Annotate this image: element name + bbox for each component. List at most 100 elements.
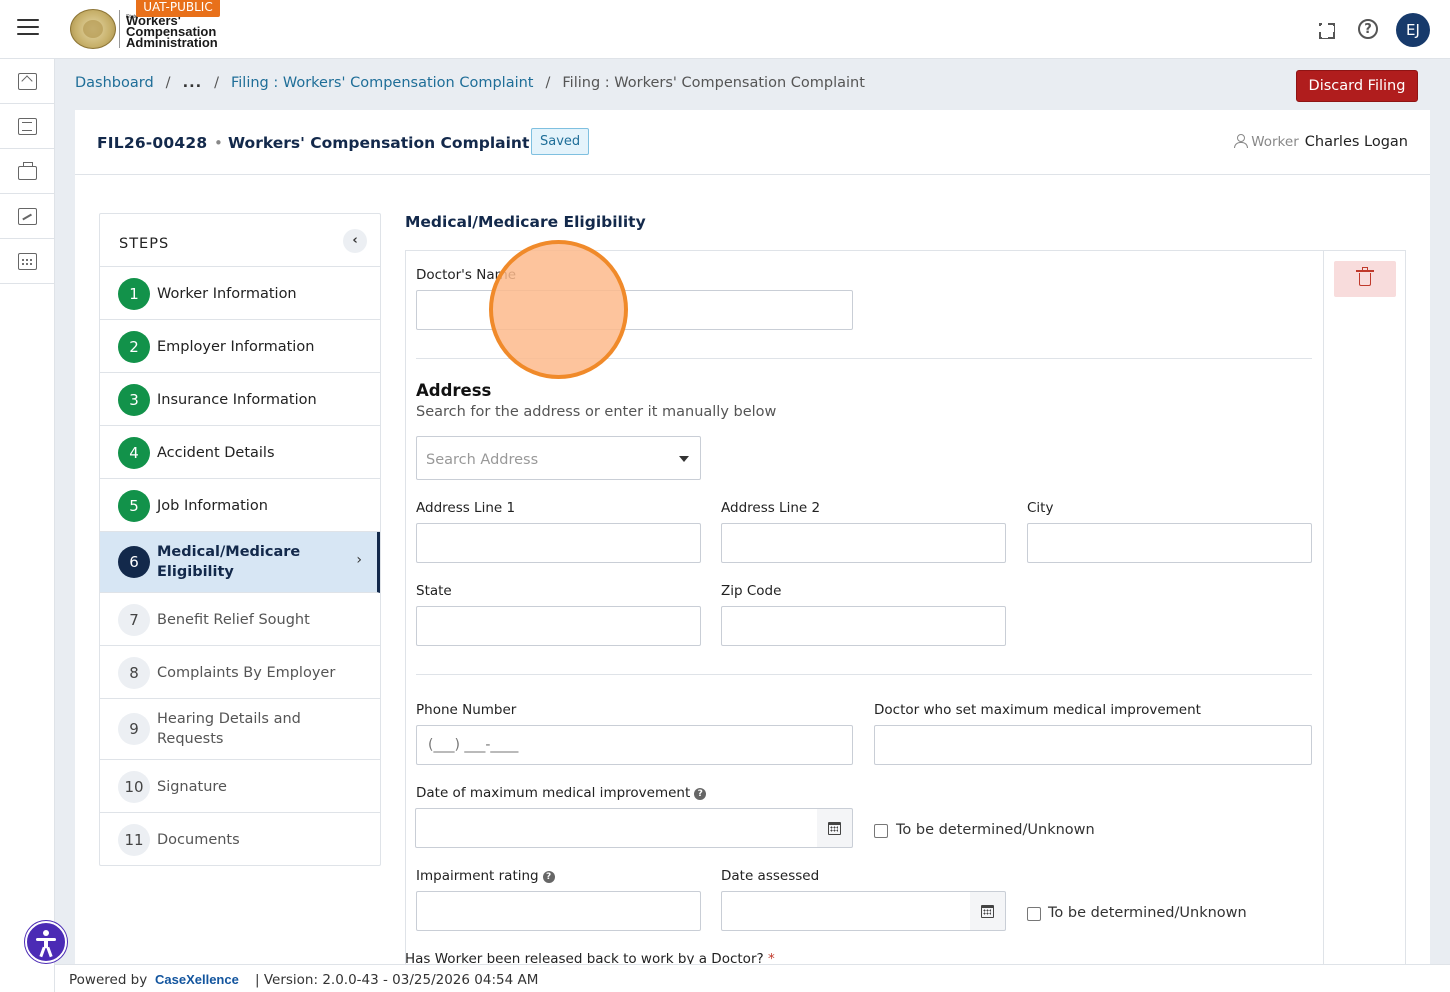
- step-accident-details[interactable]: 4 Accident Details: [100, 426, 380, 479]
- step-medical-medicare-eligibility[interactable]: 6 Medical/Medicare Eligibility ›: [100, 532, 380, 593]
- step-label: Insurance Information: [157, 392, 317, 408]
- date-assessed-input[interactable]: [721, 891, 971, 931]
- step-insurance-information[interactable]: 3 Insurance Information: [100, 373, 380, 426]
- assessed-tbd-checkbox[interactable]: [1027, 907, 1041, 921]
- impairment-label-wrap: Impairment rating?: [416, 868, 555, 884]
- rail-item-briefcase[interactable]: [0, 149, 55, 194]
- calendar-icon: [828, 822, 841, 835]
- calendar-icon: [981, 905, 994, 918]
- footer: Powered by CaseXellence | Version: 2.0.0…: [55, 964, 1450, 992]
- discard-filing-button[interactable]: Discard Filing: [1296, 70, 1418, 102]
- worker-name: Charles Logan: [1304, 134, 1408, 150]
- phone-number-label: Phone Number: [416, 702, 517, 718]
- address-line1-input[interactable]: [416, 523, 701, 563]
- accessibility-icon-leg: [46, 946, 53, 958]
- state-label: State: [416, 583, 452, 599]
- steps-header: STEPS ‹: [100, 214, 380, 267]
- help-circle-icon[interactable]: ?: [542, 871, 555, 883]
- briefcase-icon: [18, 162, 37, 180]
- mmi-doctor-input[interactable]: [874, 725, 1312, 765]
- state-input[interactable]: [416, 606, 701, 646]
- breadcrumb-filing-link[interactable]: Filing : Workers' Compensation Complaint: [231, 75, 534, 91]
- fullscreen-icon[interactable]: [1314, 18, 1336, 40]
- phone-number-input[interactable]: [416, 725, 853, 765]
- impairment-rating-input[interactable]: [416, 891, 701, 931]
- accessibility-button[interactable]: [25, 921, 67, 963]
- help-icon[interactable]: ?: [1358, 19, 1378, 39]
- step-signature[interactable]: 10 Signature: [100, 760, 380, 813]
- step-number: 10: [118, 771, 150, 803]
- logo-line-3: Administration: [126, 35, 218, 50]
- upload-icon: [18, 73, 37, 90]
- filing-id: FIL26-00428: [97, 134, 208, 152]
- doctor-name-input[interactable]: [416, 290, 853, 330]
- worker-info: Worker Charles Logan: [1234, 134, 1408, 150]
- caret-down-icon: [679, 456, 689, 462]
- step-number: 3: [118, 384, 150, 416]
- step-hearing-details[interactable]: 9 Hearing Details and Requests: [100, 699, 380, 760]
- city-input[interactable]: [1027, 523, 1312, 563]
- step-complaints-by-employer[interactable]: 8 Complaints By Employer: [100, 646, 380, 699]
- rail-item-upload[interactable]: [0, 59, 55, 104]
- breadcrumb: Dashboard /... / Filing : Workers' Compensa…: [75, 75, 865, 91]
- step-documents[interactable]: 11 Documents: [100, 813, 380, 866]
- mmi-tbd-checkbox[interactable]: [874, 824, 888, 838]
- mmi-tbd-label: To be determined/Unknown: [896, 822, 1095, 838]
- help-circle-icon[interactable]: ?: [694, 788, 707, 800]
- divider: [416, 674, 1312, 675]
- rail-item-calendar[interactable]: [0, 239, 55, 284]
- collapse-steps-button[interactable]: ‹: [343, 229, 367, 253]
- breadcrumb-separator: /: [545, 75, 551, 91]
- person-icon: [1234, 134, 1249, 148]
- accessibility-icon: [43, 930, 49, 936]
- city-label: City: [1027, 500, 1054, 516]
- step-employer-information[interactable]: 2 Employer Information: [100, 320, 380, 373]
- delete-doctor-button[interactable]: [1334, 261, 1396, 297]
- step-number: 5: [118, 490, 150, 522]
- calendar-icon: [18, 253, 37, 270]
- mmi-date-label: Date of maximum medical improvement: [416, 785, 691, 801]
- user-avatar[interactable]: EJ: [1396, 13, 1430, 47]
- breadcrumb-ellipsis[interactable]: ...: [183, 75, 203, 91]
- step-number: 1: [118, 278, 150, 310]
- zip-code-input[interactable]: [721, 606, 1006, 646]
- date-assessed-calendar-button[interactable]: [970, 891, 1006, 931]
- title-separator: •: [214, 134, 223, 152]
- steps-panel: STEPS ‹ 1 Worker Information 2 Employer In…: [99, 213, 381, 866]
- breadcrumb-dashboard[interactable]: Dashboard: [75, 75, 154, 91]
- rail-item-card[interactable]: [0, 194, 55, 239]
- left-nav-rail: [0, 59, 55, 992]
- chevron-right-icon: ›: [356, 552, 362, 568]
- step-number: 11: [118, 824, 150, 856]
- impairment-rating-label: Impairment rating: [416, 868, 539, 884]
- step-job-information[interactable]: 5 Job Information: [100, 479, 380, 532]
- date-assessed-label: Date assessed: [721, 868, 820, 884]
- mmi-date-calendar-button[interactable]: [817, 808, 853, 848]
- powered-by-label: Powered by: [69, 972, 148, 988]
- step-label: Hearing Details and Requests: [157, 711, 301, 747]
- click-indicator: [489, 240, 628, 379]
- step-number: 6: [118, 546, 150, 578]
- card-icon: [18, 208, 37, 225]
- worker-label: Worker: [1251, 134, 1299, 150]
- step-label: Signature: [157, 779, 227, 795]
- step-worker-information[interactable]: 1 Worker Information: [100, 267, 380, 320]
- filing-title: Workers' Compensation Complaint: [228, 134, 530, 152]
- mmi-date-label-wrap: Date of maximum medical improvement?: [416, 785, 707, 801]
- step-label: Employer Information: [157, 339, 315, 355]
- assessed-tbd-label: To be determined/Unknown: [1048, 905, 1247, 921]
- rail-item-checklist[interactable]: [0, 104, 55, 149]
- address-line2-input[interactable]: [721, 523, 1006, 563]
- breadcrumb-separator: /: [214, 75, 219, 91]
- agency-logo-text: State Workers' Compensation Administrati…: [126, 14, 218, 50]
- search-address-select[interactable]: Search Address: [416, 436, 701, 480]
- step-number: 7: [118, 604, 150, 636]
- mmi-date-input[interactable]: [415, 808, 818, 848]
- casexellence-logo: CaseXellence: [155, 972, 239, 987]
- checklist-icon: [18, 118, 37, 135]
- hamburger-menu-icon[interactable]: [17, 19, 39, 37]
- version-text: | Version: 2.0.0-43 - 03/25/2026 04:54 A…: [255, 972, 539, 988]
- step-benefit-relief-sought[interactable]: 7 Benefit Relief Sought: [100, 593, 380, 646]
- mmi-doctor-label: Doctor who set maximum medical improveme…: [874, 702, 1201, 718]
- address-line1-label: Address Line 1: [416, 500, 516, 516]
